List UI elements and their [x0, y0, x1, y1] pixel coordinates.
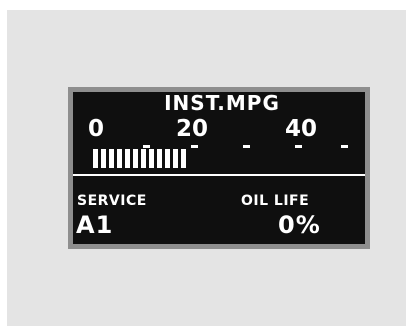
mpg-bar-segment	[181, 149, 186, 168]
mpg-bar-segment	[173, 149, 178, 168]
info-display: INST.MPG 0 20 40 SERVICE OIL LIFE A1 0%	[73, 92, 365, 244]
mpg-bar-segment	[109, 149, 114, 168]
mpg-bar-segment	[125, 149, 130, 168]
service-label: SERVICE	[77, 193, 147, 209]
scale-label-40: 40	[285, 116, 318, 142]
scale-tick-mark	[341, 145, 348, 148]
mpg-bar-segment	[157, 149, 162, 168]
display-divider	[73, 174, 365, 176]
scale-label-20: 20	[176, 116, 209, 142]
mpg-bar-graph	[93, 149, 186, 169]
mpg-bar-segment	[93, 149, 98, 168]
mpg-bar-segment	[141, 149, 146, 168]
scale-label-0: 0	[88, 116, 105, 142]
mpg-bar-segment	[101, 149, 106, 168]
display-title: INST.MPG	[164, 91, 280, 115]
mpg-bar-segment	[117, 149, 122, 168]
mpg-bar-segment	[165, 149, 170, 168]
scale-tick-mark	[295, 145, 302, 148]
mpg-bar-segment	[133, 149, 138, 168]
mpg-bar-segment	[149, 149, 154, 168]
scale-tick-mark	[143, 145, 150, 148]
scale-tick-mark	[191, 145, 198, 148]
oil-life-label: OIL LIFE	[241, 193, 310, 209]
scale-tick-mark	[243, 145, 250, 148]
oil-life-value: 0%	[278, 211, 321, 239]
service-code: A1	[76, 211, 114, 239]
